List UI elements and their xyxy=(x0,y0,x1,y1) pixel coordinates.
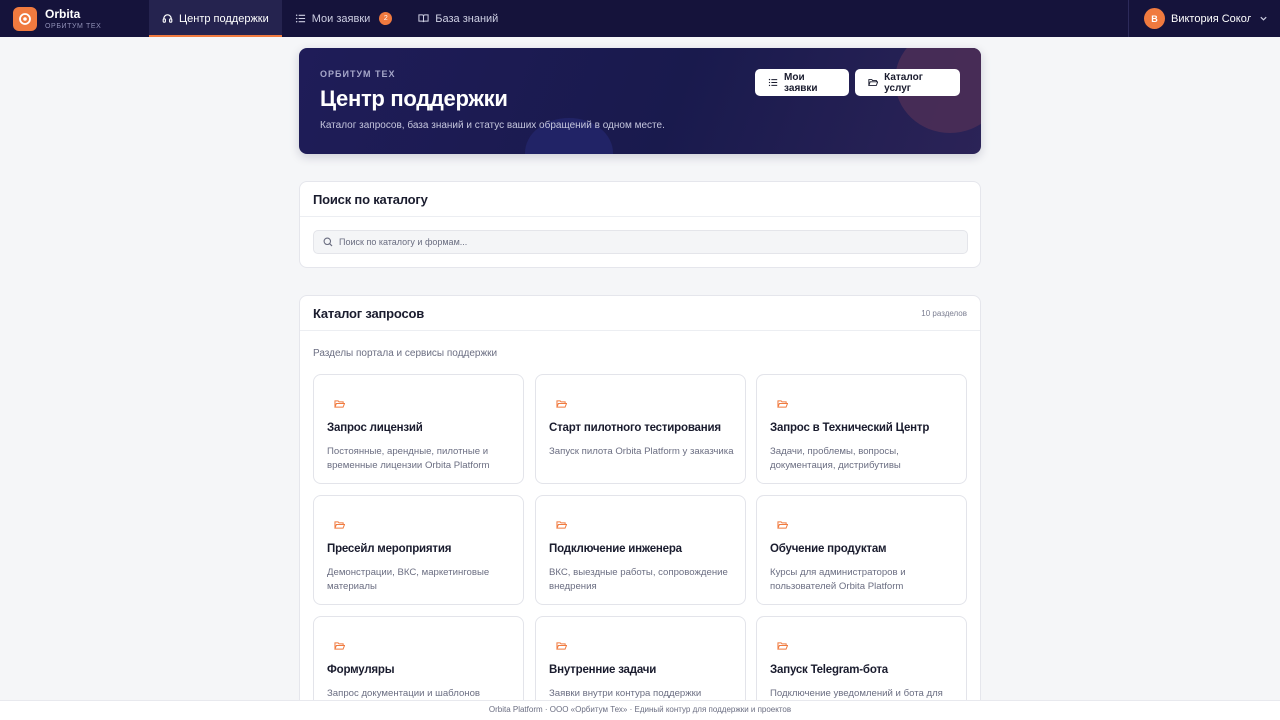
catalog-tile-description: Подключение уведомлений и бота для xyxy=(770,688,943,699)
catalog-tile-description: Демонстрации, ВКС, маркетинговые материа… xyxy=(327,567,490,592)
nav-tab-label: Центр поддержки xyxy=(179,12,269,25)
catalog-count: 10 разделов xyxy=(921,308,967,318)
orbita-logo-icon xyxy=(13,6,37,31)
catalog-tile-title: Запрос лицензий xyxy=(327,422,423,434)
catalog-tile-title: Запуск Telegram-бота xyxy=(770,664,888,676)
catalog-tile-title: Пресейл мероприятия xyxy=(327,543,452,555)
user-menu[interactable]: В Виктория Соколова xyxy=(1128,0,1280,37)
user-name: Виктория Соколова xyxy=(1171,12,1251,25)
nav-tab-label: Мои заявки xyxy=(311,12,371,25)
catalog-tile-description: Курсы для администраторов и пользователе… xyxy=(770,567,906,592)
chevron-down-icon xyxy=(1260,16,1267,21)
catalog-tile[interactable]: Обучение продуктам Курсы для администрато… xyxy=(756,495,967,605)
catalog-tile-description: Запрос документации и шаблонов xyxy=(327,688,481,699)
catalog-subtitle: Разделы портала и сервисы поддержки xyxy=(313,348,498,359)
brand-subtitle: ОРБИТУМ ТЕХ xyxy=(45,22,102,30)
catalog-tile[interactable]: Запрос лицензий Постоянные, арендные, пил… xyxy=(313,374,524,484)
search-icon xyxy=(323,237,333,247)
folder-open-icon xyxy=(556,521,568,529)
catalog-tile-title: Внутренние задачи xyxy=(549,664,657,676)
list-icon xyxy=(295,14,305,23)
folder-open-icon xyxy=(777,521,789,529)
search-input[interactable]: Поиск по каталогу и формам... xyxy=(313,230,968,254)
service-catalog-button[interactable]: Каталог услуг xyxy=(855,69,960,96)
nav-tab-label: База знаний xyxy=(435,12,499,25)
catalog-tile-title: Старт пилотного тестирования xyxy=(549,422,721,434)
catalog-tile-description: Постоянные, арендные, пилотные и временн… xyxy=(327,446,490,471)
catalog-tile[interactable]: Старт пилотного тестирования Запуск пилот… xyxy=(535,374,746,484)
list-icon xyxy=(768,78,778,87)
catalog-tile-title: Запрос в Технический Центр xyxy=(770,422,930,434)
folder-open-icon xyxy=(777,642,789,650)
catalog-tile-title: Подключение инженера xyxy=(549,543,682,555)
catalog-tile-title: Обучение продуктам xyxy=(770,543,887,555)
search-panel: Поиск по каталогу Поиск по каталогу и фо… xyxy=(299,181,981,268)
nav-tab-support-center[interactable]: Центр поддержки xyxy=(149,0,282,37)
book-icon xyxy=(418,14,429,23)
search-placeholder: Поиск по каталогу и формам... xyxy=(339,237,468,247)
avatar: В xyxy=(1144,8,1165,29)
catalog-tile[interactable]: Пресейл мероприятия Демонстрации, ВКС, ма… xyxy=(313,495,524,605)
top-navigation-bar: Orbita ОРБИТУМ ТЕХ Центр поддержки Мои з… xyxy=(0,0,1280,37)
brand-name: Orbita xyxy=(45,6,81,21)
catalog-tile-description: Заявки внутри контура поддержки xyxy=(549,688,702,699)
catalog-tile[interactable]: Подключение инженера ВКС, выездные работы… xyxy=(535,495,746,605)
headset-icon xyxy=(162,14,173,23)
hero-banner: ОРБИТУМ ТЕХ Центр поддержки Каталог запр… xyxy=(299,48,981,154)
button-label: Мои заявки xyxy=(784,71,818,94)
page-title: Центр поддержки xyxy=(320,86,508,111)
folder-open-icon xyxy=(334,642,346,650)
catalog-tile-description: ВКС, выездные работы, сопровождение внед… xyxy=(549,567,728,592)
folder-open-icon xyxy=(556,642,568,650)
catalog-tile-title: Формуляры xyxy=(327,664,395,676)
brand[interactable]: Orbita ОРБИТУМ ТЕХ xyxy=(0,0,149,37)
nav-tab-my-requests[interactable]: Мои заявки 2 xyxy=(282,0,406,37)
catalog-tile-description: Запуск пилота Orbita Platform у заказчик… xyxy=(549,446,734,457)
catalog-panel: Каталог запросов 10 разделов Разделы пор… xyxy=(299,295,981,720)
folder-open-icon xyxy=(777,400,789,408)
search-panel-title: Поиск по каталогу xyxy=(313,191,428,207)
footer: Orbita Platform · ООО «Орбитум Тех» · Ед… xyxy=(0,700,1280,720)
nav-tab-knowledge-base[interactable]: База знаний xyxy=(405,0,511,37)
catalog-tile[interactable]: Запрос в Технический Центр Задачи, пробле… xyxy=(756,374,967,484)
folder-open-icon xyxy=(868,79,879,86)
requests-count-badge: 2 xyxy=(379,12,393,25)
catalog-title: Каталог запросов xyxy=(313,305,425,321)
folder-open-icon xyxy=(334,400,346,408)
catalog-tile-description: Задачи, проблемы, вопросы, документация,… xyxy=(770,446,901,471)
hero-description: Каталог запросов, база знаний и статус в… xyxy=(320,120,665,131)
button-label: Каталог услуг xyxy=(884,71,923,94)
my-requests-button[interactable]: Мои заявки xyxy=(755,69,849,96)
folder-open-icon xyxy=(334,521,346,529)
folder-open-icon xyxy=(556,400,568,408)
hero-eyebrow: ОРБИТУМ ТЕХ xyxy=(320,69,396,79)
